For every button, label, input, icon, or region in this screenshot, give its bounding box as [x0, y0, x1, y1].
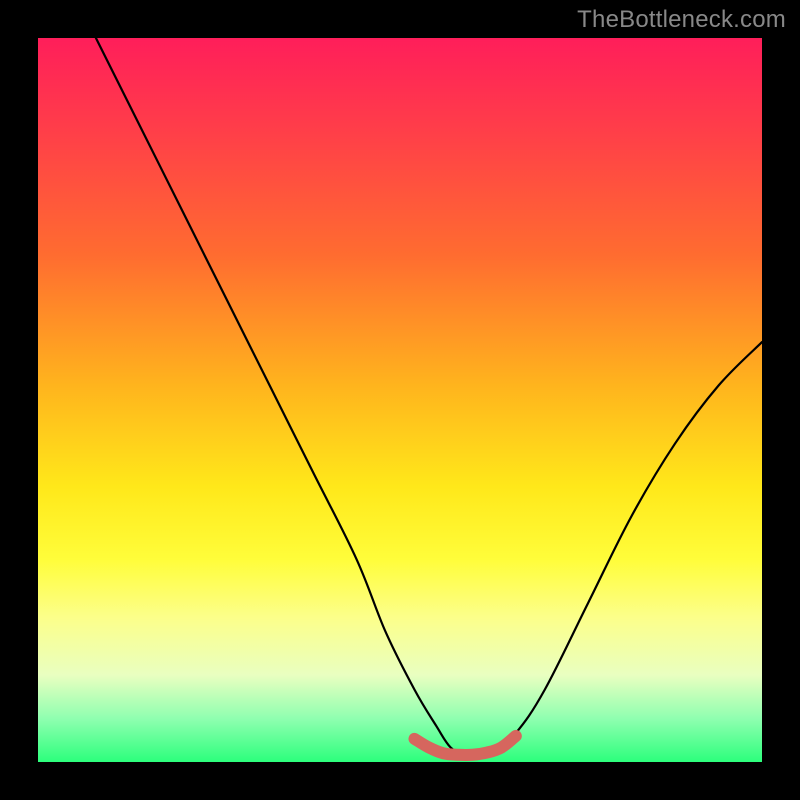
- plot-area: [38, 38, 762, 762]
- chart-frame: TheBottleneck.com: [0, 0, 800, 800]
- overlay-curve: [414, 736, 515, 755]
- watermark-text: TheBottleneck.com: [577, 6, 786, 34]
- main-curve: [96, 38, 762, 756]
- curves-svg: [38, 38, 762, 762]
